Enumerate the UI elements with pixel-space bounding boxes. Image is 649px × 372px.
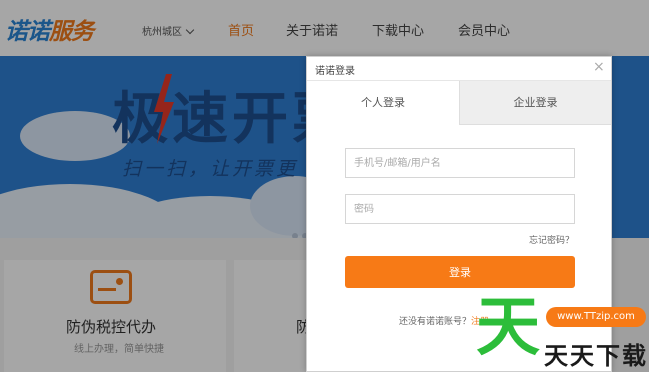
login-button[interactable]: 登录 xyxy=(345,256,575,288)
login-tabs: 个人登录 企业登录 xyxy=(307,81,611,125)
tab-business-login[interactable]: 企业登录 xyxy=(459,81,611,125)
password-input[interactable] xyxy=(345,194,575,224)
dialog-header: 诺诺登录 × xyxy=(307,57,611,81)
username-input[interactable] xyxy=(345,148,575,178)
watermark-text: 天天下载 xyxy=(544,342,648,370)
close-icon[interactable]: × xyxy=(593,60,605,74)
watermark-logo-char: 天 xyxy=(476,290,540,365)
watermark-url-badge: www.TTzip.com xyxy=(546,307,646,327)
forgot-password-link[interactable]: 忘记密码？ xyxy=(529,233,574,246)
tab-personal-login[interactable]: 个人登录 xyxy=(307,81,459,125)
register-prompt-text: 还没有诺诺账号？ xyxy=(399,317,472,327)
dialog-title: 诺诺登录 xyxy=(315,66,355,77)
